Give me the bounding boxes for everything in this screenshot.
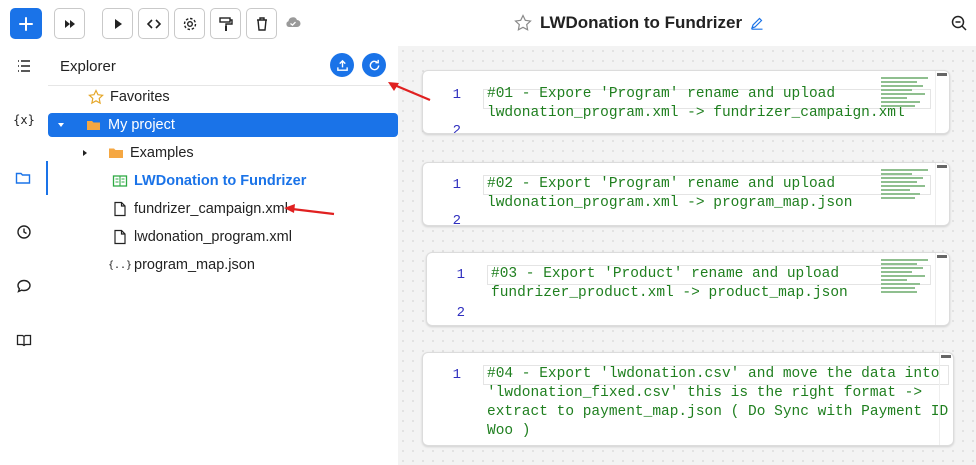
cell-scrollbar[interactable] xyxy=(939,353,953,445)
play-icon xyxy=(114,18,122,29)
explorer-header: Explorer xyxy=(48,46,398,86)
file-icon xyxy=(112,229,128,245)
zoom-out-icon[interactable] xyxy=(950,14,968,32)
gear-icon xyxy=(183,17,196,30)
tree-item-my-project[interactable]: My project xyxy=(48,113,398,137)
history-icon xyxy=(17,225,31,239)
page-title: LWDonation to Fundrizer xyxy=(540,13,743,32)
activity-history[interactable] xyxy=(0,215,48,249)
code-button[interactable] xyxy=(138,8,169,39)
folder-open-icon xyxy=(86,117,102,133)
notebook-cell-2[interactable]: 1 2 #02 - Export 'Program' rename and up… xyxy=(422,162,950,226)
run-button[interactable] xyxy=(102,8,133,39)
minimap xyxy=(881,259,933,319)
tree-item-examples[interactable]: Examples xyxy=(48,141,398,165)
delete-button[interactable] xyxy=(246,8,277,39)
activity-list[interactable] xyxy=(0,49,48,83)
folder-icon xyxy=(15,172,31,184)
trash-icon xyxy=(256,16,267,31)
activity-docs[interactable] xyxy=(0,323,48,357)
notebook-cell-3[interactable]: 1 2 #03 - Export 'Product' rename and up… xyxy=(426,252,950,326)
tree-item-program-map[interactable]: {..} program_map.json xyxy=(48,253,398,277)
activity-explorer[interactable] xyxy=(0,161,48,195)
explorer-title: Explorer xyxy=(60,58,116,75)
code-icon xyxy=(146,18,161,29)
cell-code[interactable]: #02 - Export 'Program' rename and upload… xyxy=(487,175,852,213)
tree-item-lwdonation-program[interactable]: lwdonation_program.xml xyxy=(48,225,398,249)
minimap xyxy=(881,77,933,133)
pencil-icon[interactable] xyxy=(750,16,764,30)
tree-item-notebook[interactable]: LWDonation to Fundrizer xyxy=(48,169,398,193)
add-icon xyxy=(19,16,33,31)
fast-forward-icon xyxy=(64,19,75,28)
json-file-icon: {..} xyxy=(107,259,133,271)
activity-variables[interactable]: {x} xyxy=(0,103,48,137)
cell-code[interactable]: #03 - Export 'Product' rename and upload… xyxy=(491,265,848,303)
star-outline-icon xyxy=(88,89,104,105)
folder-icon xyxy=(108,145,124,161)
refresh-button[interactable] xyxy=(362,53,386,77)
activity-bar: {x} xyxy=(0,46,48,465)
settings-button[interactable] xyxy=(174,8,205,39)
cloud-check-icon xyxy=(286,17,301,27)
line-numbers: 1 2 xyxy=(456,267,465,321)
tree-item-label: LWDonation to Fundrizer xyxy=(134,173,307,189)
tree-item-label: lwdonation_program.xml xyxy=(134,229,292,245)
cell-scrollbar[interactable] xyxy=(935,163,949,225)
variables-icon: {x} xyxy=(13,113,35,127)
tree-item-label: My project xyxy=(108,117,175,133)
chat-icon xyxy=(17,279,31,293)
upload-icon xyxy=(336,59,348,71)
tree-item-label: Examples xyxy=(130,145,194,161)
annotation-arrow-file xyxy=(284,204,335,216)
notebook-icon xyxy=(112,173,128,189)
file-icon xyxy=(112,201,128,217)
tree-item-label: program_map.json xyxy=(134,257,255,273)
chevron-right-icon xyxy=(80,148,90,158)
add-button[interactable] xyxy=(10,8,42,39)
activity-chat[interactable] xyxy=(0,269,48,303)
line-numbers: 1 xyxy=(452,367,461,383)
book-icon xyxy=(16,334,32,347)
tree-item-label: fundrizer_campaign.xml xyxy=(134,201,288,217)
format-button[interactable] xyxy=(210,8,241,39)
notebook-cell-1[interactable]: 1 2 #01 - Expore 'Program' rename and up… xyxy=(422,70,950,134)
cell-code[interactable]: #01 - Expore 'Program' rename and upload… xyxy=(487,85,905,123)
chevron-down-icon xyxy=(56,120,66,130)
star-outline-icon[interactable] xyxy=(514,14,532,32)
minimap xyxy=(881,169,933,225)
explorer-panel: Explorer Favorites My project Examples L… xyxy=(48,46,398,465)
cell-scrollbar[interactable] xyxy=(935,253,949,325)
tree-item-label: Favorites xyxy=(110,89,170,105)
document-title-bar: LWDonation to Fundrizer xyxy=(514,10,764,36)
tree-item-fundrizer-campaign[interactable]: fundrizer_campaign.xml xyxy=(48,197,398,221)
tree-item-favorites[interactable]: Favorites xyxy=(48,85,398,109)
upload-button[interactable] xyxy=(330,53,354,77)
run-all-button[interactable] xyxy=(54,8,85,39)
line-numbers: 1 2 xyxy=(452,177,461,226)
toolbar: LWDonation to Fundrizer xyxy=(0,0,976,46)
list-icon xyxy=(18,60,30,72)
annotation-arrow-refresh xyxy=(388,82,431,102)
cell-code[interactable]: #04 - Export 'lwdonation.csv' and move t… xyxy=(487,365,953,441)
cell-scrollbar[interactable] xyxy=(935,71,949,133)
notebook-cell-4[interactable]: 1 #04 - Export 'lwdonation.csv' and move… xyxy=(422,352,954,446)
paint-roller-icon xyxy=(218,16,233,31)
notebook-canvas[interactable]: 1 2 #01 - Expore 'Program' rename and up… xyxy=(398,46,976,465)
refresh-icon xyxy=(369,59,379,70)
